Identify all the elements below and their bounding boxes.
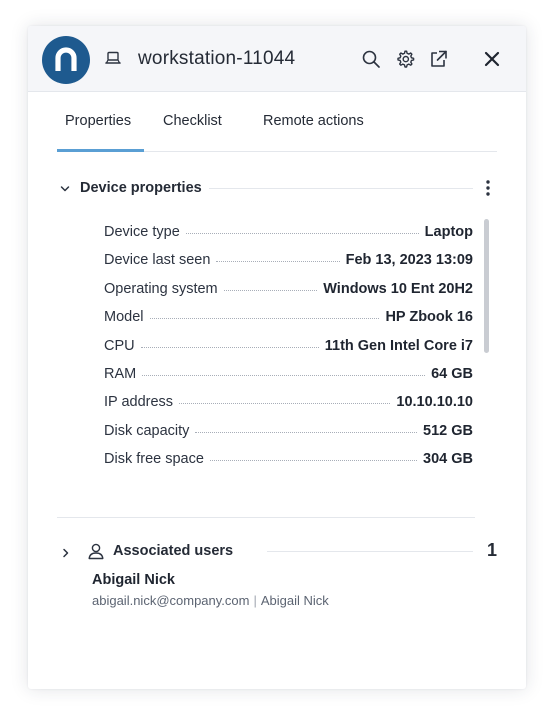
property-value: 304 GB	[423, 451, 473, 467]
search-icon	[362, 50, 380, 68]
property-row-ram: RAM 64 GB	[104, 364, 473, 384]
dotted-leader	[185, 232, 419, 234]
section-title: Device properties	[80, 180, 202, 196]
n-logo-icon	[55, 47, 77, 71]
device-detail-panel: workstation-11044 Properties Checklist R…	[28, 26, 526, 689]
active-tab-indicator	[57, 149, 144, 152]
dotted-leader	[223, 289, 318, 291]
tab-checklist[interactable]: Checklist	[163, 113, 222, 129]
property-value: 512 GB	[423, 423, 473, 439]
property-row-disk-capacity: Disk capacity 512 GB	[104, 421, 473, 441]
user-email: abigail.nick@company.com	[92, 593, 250, 608]
property-row-disk-free-space: Disk free space 304 GB	[104, 449, 473, 469]
section-title: Associated users	[113, 543, 234, 559]
property-value: 64 GB	[431, 366, 473, 382]
brand-logo	[42, 36, 90, 84]
property-value: Feb 13, 2023 13:09	[345, 252, 473, 268]
tab-remote-actions[interactable]: Remote actions	[263, 113, 364, 129]
search-button[interactable]	[360, 48, 382, 70]
more-options-icon[interactable]	[483, 179, 493, 202]
chevron-right-icon[interactable]	[60, 546, 72, 564]
tab-bar: Properties Checklist Remote actions	[57, 92, 497, 152]
settings-button[interactable]	[394, 48, 416, 70]
close-icon	[484, 51, 500, 67]
section-divider	[57, 517, 475, 518]
property-value: Laptop	[424, 224, 473, 240]
separator: |	[253, 593, 257, 608]
dotted-leader	[209, 459, 418, 461]
panel-header: workstation-11044	[28, 26, 526, 92]
property-value: 11th Gen Intel Core i7	[324, 338, 473, 354]
section-divider-line	[267, 551, 473, 552]
property-label: RAM	[104, 366, 137, 382]
dotted-leader	[140, 346, 319, 348]
property-row-model: Model HP Zbook 16	[104, 307, 473, 327]
user-display-name: Abigail Nick	[260, 593, 329, 608]
dotted-leader	[216, 260, 340, 262]
user-details: abigail.nick@company.com | Abigail Nick	[92, 593, 329, 608]
dotted-leader	[142, 374, 426, 376]
dotted-leader	[195, 431, 418, 433]
property-label: Model	[104, 309, 144, 325]
properties-scrollbar[interactable]	[484, 219, 489, 353]
section-divider-line	[209, 188, 473, 189]
property-row-ip-address: IP address 10.10.10.10	[104, 392, 473, 412]
page-title: workstation-11044	[138, 48, 296, 69]
user-name: Abigail Nick	[92, 572, 175, 588]
property-row-cpu: CPU 11th Gen Intel Core i7	[104, 336, 473, 356]
property-row-operating-system: Operating system Windows 10 Ent 20H2	[104, 279, 473, 299]
property-row-device-type: Device type Laptop	[104, 222, 473, 242]
property-label: CPU	[104, 338, 135, 354]
tab-properties[interactable]: Properties	[65, 113, 131, 129]
property-label: Disk free space	[104, 451, 204, 467]
open-external-button[interactable]	[427, 48, 449, 70]
device-properties-header[interactable]: Device properties	[57, 178, 497, 198]
property-label: Device last seen	[104, 252, 211, 268]
property-row-device-last-seen: Device last seen Feb 13, 2023 13:09	[104, 250, 473, 270]
property-value: Windows 10 Ent 20H2	[323, 281, 473, 297]
property-label: IP address	[104, 394, 174, 410]
property-label: Device type	[104, 224, 180, 240]
dotted-leader	[149, 317, 380, 319]
property-label: Operating system	[104, 281, 218, 297]
user-icon	[87, 542, 105, 565]
property-value: 10.10.10.10	[396, 394, 473, 410]
dotted-leader	[179, 402, 391, 404]
property-label: Disk capacity	[104, 423, 190, 439]
gear-icon	[397, 50, 415, 68]
close-button[interactable]	[481, 48, 503, 70]
chevron-down-icon[interactable]	[59, 182, 71, 200]
laptop-icon	[105, 51, 121, 70]
associated-users-header[interactable]: Associated users 1	[57, 540, 497, 564]
property-value: HP Zbook 16	[385, 309, 473, 325]
external-link-icon	[431, 50, 447, 67]
associated-users-count: 1	[486, 540, 497, 560]
